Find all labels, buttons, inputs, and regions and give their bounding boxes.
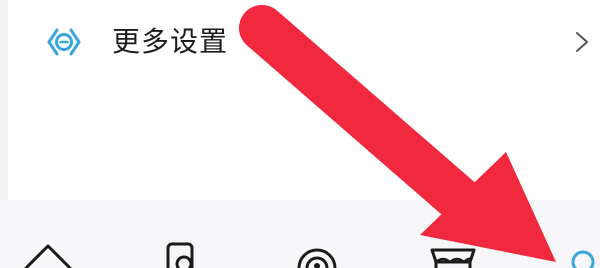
- chevron-right-icon: [576, 32, 588, 52]
- device-icon[interactable]: [160, 240, 204, 268]
- shop-icon[interactable]: [424, 240, 482, 268]
- broadcast-icon[interactable]: [290, 240, 344, 268]
- more-settings-label: 更多设置: [112, 25, 229, 58]
- bottom-nav: [0, 200, 600, 268]
- home-icon[interactable]: [20, 240, 76, 268]
- profile-icon[interactable]: [560, 240, 600, 268]
- more-settings-row[interactable]: 更多设置: [8, 0, 600, 86]
- hexagon-settings-icon: [47, 28, 81, 56]
- settings-card: 更多设置: [8, 0, 600, 200]
